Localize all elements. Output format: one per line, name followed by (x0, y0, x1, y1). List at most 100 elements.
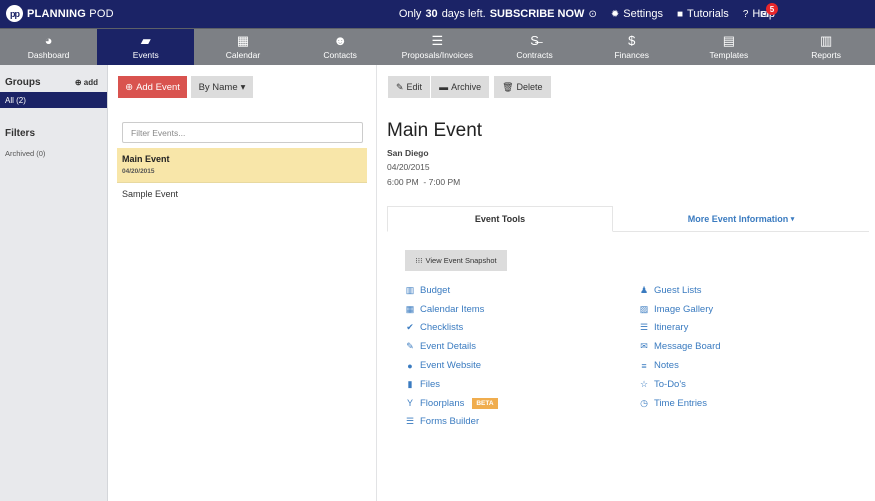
nav-calendar[interactable]: ▦ Calendar (194, 29, 291, 65)
tutorials-label: Tutorials (687, 8, 729, 20)
add-group-label: add (83, 78, 98, 87)
event-list-item[interactable]: Sample Event (117, 189, 367, 207)
filters-title: Filters (5, 128, 36, 139)
groups-title: Groups (5, 77, 41, 88)
subscribe-days: 30 (425, 8, 438, 20)
snapshot-label: View Event Snapshot (425, 256, 497, 265)
top-bar: pp PLANNING POD Only 30 days left. SUBSC… (0, 0, 875, 28)
tool-label: Event Details (420, 341, 476, 353)
notes-icon: ≡ (641, 360, 647, 371)
nav-label: Contracts (516, 50, 553, 60)
top-right-menu: Only 30 days left. SUBSCRIBE NOW ⊙ ✹ Set… (399, 0, 775, 28)
main-nav: ◕ Dashboard ▰ Events ▦ Calendar ☻ Contacts ☰… (0, 28, 875, 65)
list-icon: ☰ (405, 416, 415, 427)
tool-image-gallery[interactable]: ▨ Image Gallery (639, 300, 721, 319)
tutorials-link[interactable]: ■ Tutorials (677, 8, 729, 20)
event-list-item[interactable]: Main Event 04/20/2015 (117, 148, 367, 183)
archive-icon: ▬ (439, 82, 449, 92)
tool-notes[interactable]: ≡ Notes (639, 356, 721, 375)
tool-checklists[interactable]: ✔ Checklists (405, 319, 498, 338)
add-event-button[interactable]: ⊕ Add Event (118, 76, 187, 98)
list-icon: ☰ (431, 33, 444, 48)
event-name: Sample Event (122, 189, 179, 199)
nav-events[interactable]: ▰ Events (97, 29, 195, 65)
view-event-snapshot-button[interactable]: ⁝⁝⁝ View Event Snapshot (405, 250, 507, 271)
calendar-icon: ▦ (405, 303, 415, 314)
bar-chart-icon: ▥ (819, 33, 833, 48)
nav-contracts[interactable]: S̶ Contracts (486, 29, 583, 65)
filter-events-input[interactable] (122, 122, 363, 143)
users-icon: ☻ (333, 33, 347, 48)
clock-icon: ◷ (640, 397, 648, 408)
event-detail-panel: ✎ Edit ▬ Archive 🗑 Delete Main Event San Di… (378, 65, 875, 501)
subscribe-cta: SUBSCRIBE NOW (489, 8, 585, 20)
tab-event-tools[interactable]: Event Tools (387, 206, 613, 232)
tool-message-board[interactable]: ✉ Message Board (639, 337, 721, 356)
settings-link[interactable]: ✹ Settings (611, 8, 663, 20)
calendar-icon: ▦ (236, 33, 250, 48)
edit-icon: ✎ (406, 341, 414, 352)
groups-sidebar: Groups ⊕ add All (2) Filters Archived (0… (0, 65, 108, 501)
tool-label: Notes (654, 360, 679, 372)
tool-label: Message Board (654, 341, 721, 353)
tool-calendar-items[interactable]: ▦ Calendar Items (405, 300, 498, 319)
delete-button[interactable]: 🗑 Delete (494, 76, 551, 98)
event-date: 04/20/2015 (122, 168, 155, 175)
envelope-icon: ✉ (640, 341, 648, 352)
book-icon: ▰ (140, 33, 151, 48)
events-list-panel: ⊕ Add Event By Name ▾ Main Event 04/20/2… (109, 65, 377, 501)
tool-event-details[interactable]: ✎ Event Details (405, 337, 498, 356)
subscribe-link[interactable]: Only 30 days left. SUBSCRIBE NOW ⊙ (399, 8, 597, 20)
tab-more-event-information[interactable]: More Event Information ▾ (613, 206, 869, 232)
tab-more-label: More Event Information (687, 214, 789, 224)
tool-budget[interactable]: ▥ Budget (405, 281, 498, 300)
edit-button[interactable]: ✎ Edit (388, 76, 431, 98)
event-date: 04/20/2015 (387, 162, 430, 172)
add-group-button[interactable]: ⊕ add (75, 78, 98, 87)
tool-time-entries[interactable]: ◷ Time Entries (639, 394, 721, 413)
tool-label: Time Entries (654, 397, 707, 409)
event-title: Main Event (387, 120, 483, 141)
document-icon: ▤ (722, 33, 736, 48)
globe-icon: ● (407, 360, 413, 371)
logo-text-bold: PLANNING (27, 7, 87, 20)
tool-label: Event Website (420, 360, 482, 372)
nav-label: Dashboard (27, 50, 70, 60)
archive-button[interactable]: ▬ Archive (431, 76, 490, 98)
nav-reports[interactable]: ▥ Reports (778, 29, 875, 65)
nav-label: Proposals/Invoices (401, 50, 474, 60)
event-time: 6:00 PM - 7:00 PM (387, 177, 461, 187)
logo[interactable]: pp PLANNING POD (6, 5, 114, 22)
tool-event-website[interactable]: ● Event Website (405, 356, 498, 375)
delete-label: Delete (516, 82, 543, 92)
nav-label: Reports (811, 50, 841, 60)
nav-dashboard[interactable]: ◕ Dashboard (0, 29, 97, 65)
trash-icon: 🗑 (502, 81, 514, 92)
event-name: Main Event (122, 154, 170, 164)
nav-label: Contacts (323, 50, 357, 60)
list-icon: ☰ (639, 322, 649, 333)
nav-contacts[interactable]: ☻ Contacts (292, 29, 389, 65)
image-icon: ▨ (639, 303, 649, 314)
sort-dropdown[interactable]: By Name ▾ (191, 76, 253, 98)
nav-label: Events (132, 50, 159, 60)
nav-finances[interactable]: $ Finances (583, 29, 680, 65)
video-camera-icon: ■ (676, 8, 684, 20)
logo-text: PLANNING POD (27, 8, 114, 20)
tool-forms-builder[interactable]: ☰ Forms Builder (405, 413, 498, 432)
beta-badge: BETA (472, 397, 498, 409)
nav-proposals-invoices[interactable]: ☰ Proposals/Invoices (389, 29, 486, 65)
tool-guest-lists[interactable]: ♟ Guest Lists (639, 281, 721, 300)
filter-archived[interactable]: Archived (0) (0, 149, 107, 158)
event-location: San Diego (387, 148, 429, 158)
tool-to-dos[interactable]: ☆ To-Do's (639, 375, 721, 394)
strikethrough-icon: S̶ (530, 33, 539, 48)
tool-floorplans[interactable]: Y Floorplans BETA (405, 394, 498, 413)
file-icon: ▮ (407, 378, 413, 389)
bar-chart-icon: ▥ (405, 284, 415, 295)
tool-files[interactable]: ▮ Files (405, 375, 498, 394)
nav-templates[interactable]: ▤ Templates (680, 29, 777, 65)
tool-itinerary[interactable]: ☰ Itinerary (639, 319, 721, 338)
tool-label: Files (420, 378, 441, 390)
group-all[interactable]: All (2) (0, 92, 107, 108)
